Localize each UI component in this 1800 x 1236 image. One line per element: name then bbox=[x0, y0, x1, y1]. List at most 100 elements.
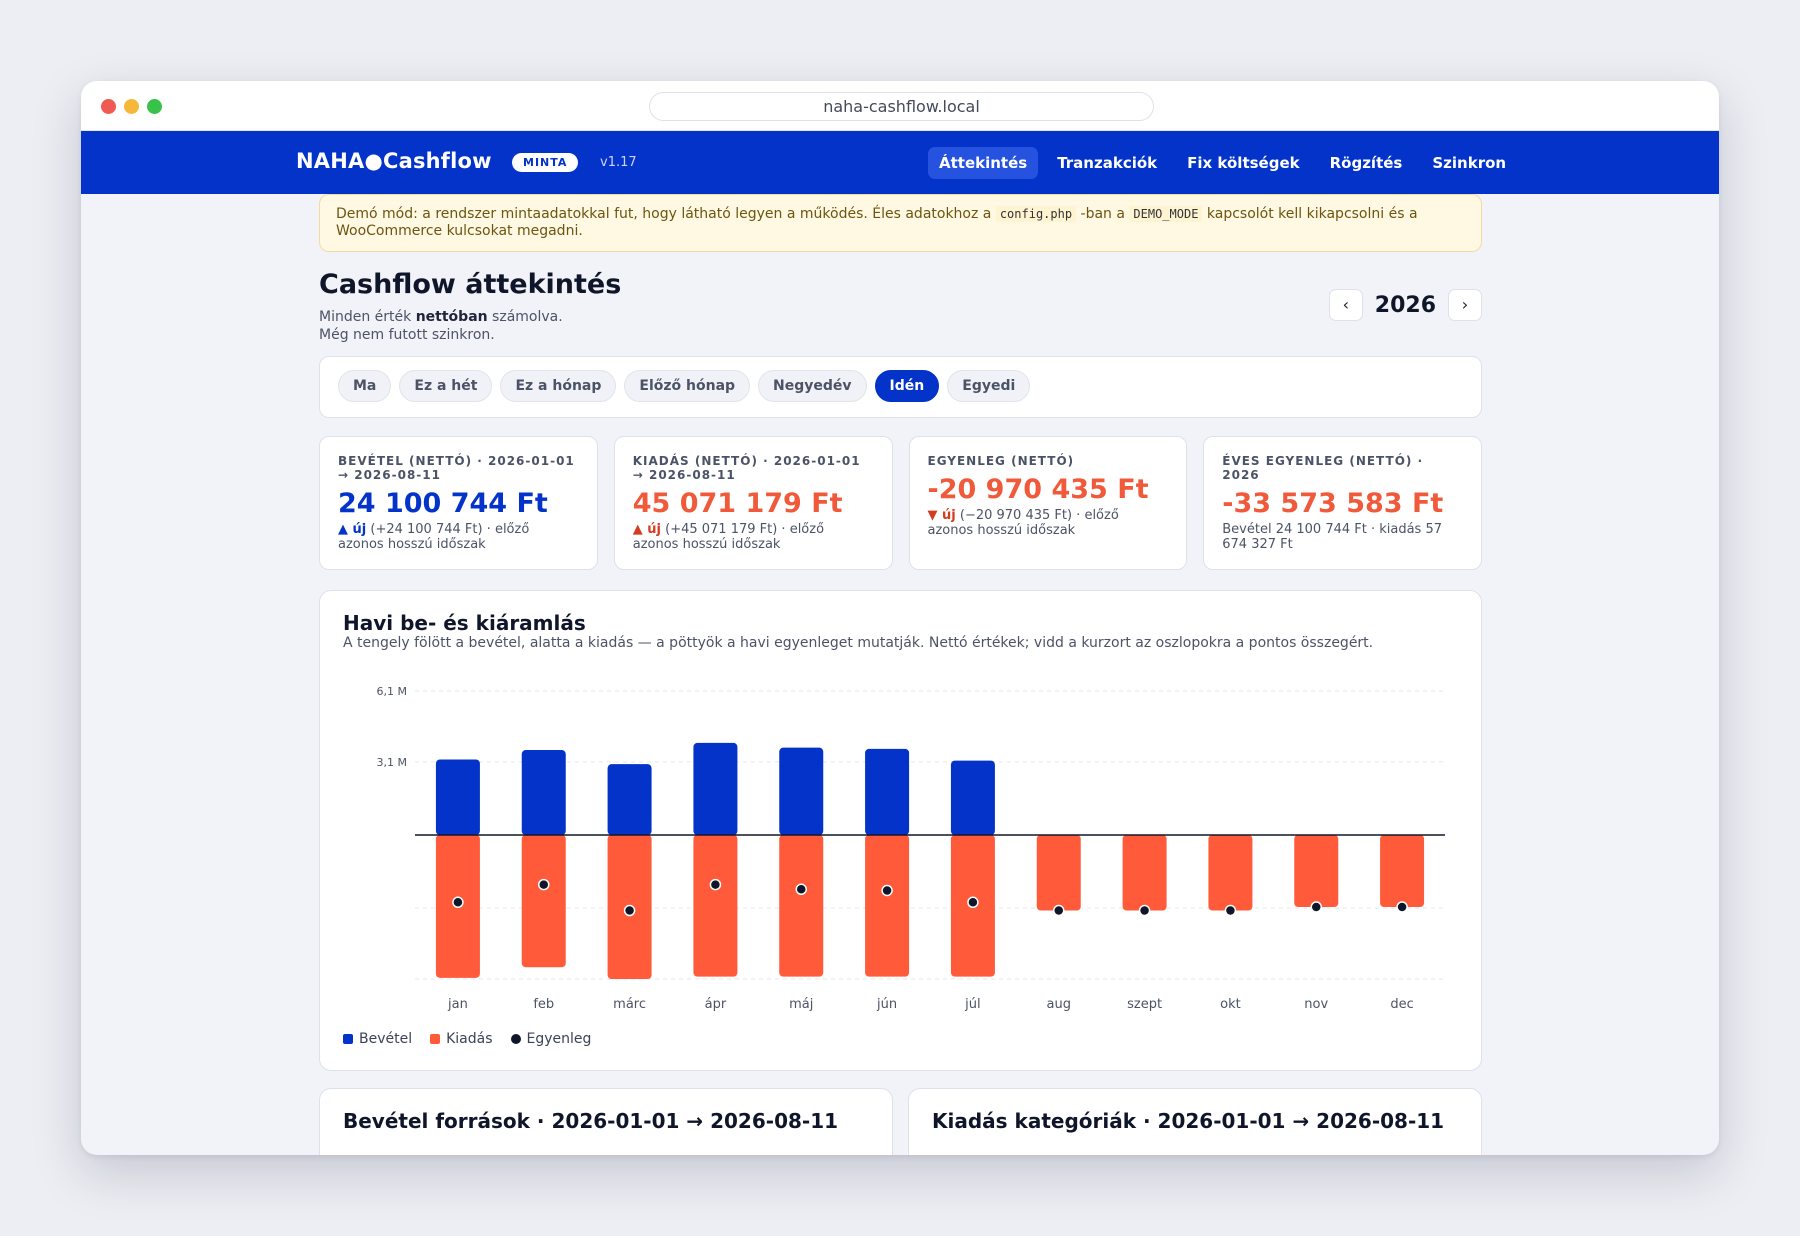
kpi-note: ▼ új (−20 970 435 Ft) · előző azonos hos… bbox=[928, 508, 1169, 538]
filter-elozo-honap[interactable]: Előző hónap bbox=[624, 370, 751, 402]
kpi-note-text: (+24 100 744 Ft) · előző azonos hosszú i… bbox=[338, 522, 530, 552]
balance-point bbox=[881, 884, 893, 897]
balance-point bbox=[538, 878, 550, 891]
expense-bar bbox=[865, 835, 910, 977]
browser-window: naha-cashflow.local NAHA●Cashflow MINTA … bbox=[81, 81, 1719, 1155]
kpi-note-text: (−20 970 435 Ft) · előző azonos hosszú i… bbox=[927, 508, 1119, 538]
demo-notice-text: Demó mód: a rendszer mintaadatokkal fut,… bbox=[336, 206, 996, 222]
config-file-code: config.php bbox=[995, 206, 1077, 222]
filter-egyedi[interactable]: Egyedi bbox=[947, 370, 1031, 402]
chart-legend: Bevétel Kiadás Egyenleg bbox=[343, 1031, 591, 1047]
nav-item-attekintes[interactable]: Áttekintés bbox=[928, 147, 1039, 179]
x-tick-label: feb bbox=[533, 997, 554, 1012]
subtitle-text: Minden érték bbox=[319, 309, 416, 325]
filter-ez-a-het[interactable]: Ez a hét bbox=[399, 370, 493, 402]
income-bar bbox=[435, 759, 480, 835]
kpi-card-bevetel: BEVÉTEL (NETTÓ) · 2026-01-01 → 2026-08-1… bbox=[319, 436, 598, 570]
x-tick-label: okt bbox=[1220, 997, 1241, 1012]
breakdown-cards: Bevétel források · 2026-01-01 → 2026-08-… bbox=[319, 1088, 1482, 1155]
legend-label: Kiadás bbox=[446, 1031, 493, 1047]
expense-bar bbox=[521, 835, 566, 968]
kpi-card-eves-egyenleg: ÉVES EGYENLEG (NETTÓ) · 2026 -33 573 583… bbox=[1203, 436, 1482, 570]
balance-point bbox=[1396, 901, 1408, 913]
kpi-label: KIADÁS (NETTÓ) · 2026-01-01 → 2026-08-11 bbox=[632, 454, 861, 482]
period-filter-bar: Ma Ez a hét Ez a hónap Előző hónap Negye… bbox=[319, 356, 1482, 418]
maximize-window-icon[interactable] bbox=[147, 99, 162, 114]
app-version: v1.17 bbox=[600, 155, 637, 170]
balance-point bbox=[452, 896, 464, 909]
expense-bar bbox=[1208, 835, 1253, 911]
kpi-value: -20 970 435 Ft bbox=[927, 474, 1149, 505]
x-tick-label: ápr bbox=[705, 997, 727, 1012]
expense-bar bbox=[693, 835, 738, 977]
x-tick-label: júl bbox=[964, 997, 980, 1012]
income-bar bbox=[693, 742, 738, 835]
x-tick-label: szept bbox=[1127, 997, 1162, 1012]
kpi-value: 24 100 744 Ft bbox=[338, 488, 548, 519]
balance-point bbox=[709, 878, 722, 891]
legend-item-kiadas: Kiadás bbox=[430, 1031, 493, 1047]
filter-ez-a-honap[interactable]: Ez a hónap bbox=[500, 370, 617, 402]
income-bar bbox=[950, 760, 995, 835]
expense-categories-title: Kiadás kategóriák · 2026-01-01 → 2026-08… bbox=[932, 1109, 1445, 1133]
balance-point bbox=[967, 896, 979, 909]
expense-categories-card: Kiadás kategóriák · 2026-01-01 → 2026-08… bbox=[908, 1088, 1482, 1155]
kpi-label: ÉVES EGYENLEG (NETTÓ) · 2026 bbox=[1222, 454, 1424, 482]
page-title: Cashflow áttekintés bbox=[319, 269, 622, 300]
selected-year: 2026 bbox=[1374, 292, 1436, 318]
expense-bar bbox=[1036, 835, 1081, 911]
filter-ma[interactable]: Ma bbox=[338, 370, 392, 402]
filter-negyedev[interactable]: Negyedév bbox=[758, 370, 867, 402]
balance-point bbox=[623, 904, 636, 917]
trend-up-icon: ▲ új bbox=[632, 522, 661, 537]
income-sources-card: Bevétel források · 2026-01-01 → 2026-08-… bbox=[319, 1088, 893, 1155]
x-tick-label: jan bbox=[447, 997, 468, 1012]
income-bar bbox=[865, 748, 910, 835]
kpi-value: 45 071 179 Ft bbox=[632, 488, 843, 519]
kpi-label: BEVÉTEL (NETTÓ) · 2026-01-01 → 2026-08-1… bbox=[338, 454, 575, 482]
demo-mode-notice: Demó mód: a rendszer mintaadatokkal fut,… bbox=[319, 194, 1482, 252]
nav-item-rogzites[interactable]: Rögzítés bbox=[1319, 147, 1414, 179]
next-year-button[interactable]: › bbox=[1448, 289, 1482, 321]
x-tick-label: máj bbox=[789, 997, 813, 1012]
kpi-note-text: (+45 071 179 Ft) · előző azonos hosszú i… bbox=[632, 522, 825, 552]
page-header: Cashflow áttekintés Minden érték nettóba… bbox=[319, 252, 1482, 356]
close-window-icon[interactable] bbox=[101, 99, 116, 114]
y-tick-label: 6,1 M bbox=[377, 685, 407, 698]
top-navbar: NAHA●Cashflow MINTA v1.17 Áttekintés Tra… bbox=[81, 131, 1719, 194]
balance-point bbox=[795, 883, 807, 896]
legend-item-bevetel: Bevétel bbox=[343, 1031, 412, 1047]
prev-year-button[interactable]: ‹ bbox=[1328, 289, 1363, 321]
browser-titlebar: naha-cashflow.local bbox=[81, 81, 1719, 131]
monthly-flow-chart-card: Havi be- és kiáramlás A tengely fölött a… bbox=[319, 590, 1482, 1071]
income-bar bbox=[779, 747, 824, 835]
address-bar[interactable]: naha-cashflow.local bbox=[649, 92, 1154, 121]
kpi-value: -33 573 583 Ft bbox=[1222, 488, 1444, 519]
legend-label: Egyenleg bbox=[526, 1031, 592, 1047]
balance-point bbox=[1224, 904, 1237, 917]
trend-down-icon: ▼ új bbox=[927, 508, 956, 523]
income-bar bbox=[607, 764, 652, 835]
x-tick-label: márc bbox=[613, 997, 646, 1012]
kpi-card-egyenleg: EGYENLEG (NETTÓ) -20 970 435 Ft ▼ új (−2… bbox=[908, 436, 1188, 570]
app-logo[interactable]: NAHA●Cashflow bbox=[296, 149, 492, 173]
kpi-note: ▲ új (+24 100 744 Ft) · előző azonos hos… bbox=[338, 522, 579, 552]
nav-item-szinkron[interactable]: Szinkron bbox=[1421, 147, 1517, 179]
expense-bar bbox=[779, 835, 824, 977]
x-tick-label: aug bbox=[1047, 997, 1071, 1012]
sync-status: Még nem futott szinkron. bbox=[319, 327, 495, 343]
filter-iden[interactable]: Idén bbox=[874, 370, 940, 402]
income-sources-title: Bevétel források · 2026-01-01 → 2026-08-… bbox=[343, 1109, 839, 1133]
nav-item-tranzakciok[interactable]: Tranzakciók bbox=[1046, 147, 1168, 179]
balance-point bbox=[1310, 901, 1322, 913]
balance-point bbox=[1053, 904, 1065, 917]
minimize-window-icon[interactable] bbox=[124, 99, 139, 114]
legend-swatch bbox=[510, 1034, 521, 1044]
kpi-row: BEVÉTEL (NETTÓ) · 2026-01-01 → 2026-08-1… bbox=[319, 436, 1482, 570]
main-content: Demó mód: a rendszer mintaadatokkal fut,… bbox=[319, 194, 1482, 1155]
kpi-card-kiadas: KIADÁS (NETTÓ) · 2026-01-01 → 2026-08-11… bbox=[613, 436, 893, 570]
nav-item-fix-koltsegek[interactable]: Fix költségek bbox=[1176, 147, 1310, 179]
trend-up-icon: ▲ új bbox=[338, 522, 367, 537]
legend-swatch bbox=[343, 1034, 353, 1044]
demo-mode-code: DEMO_MODE bbox=[1129, 206, 1203, 222]
